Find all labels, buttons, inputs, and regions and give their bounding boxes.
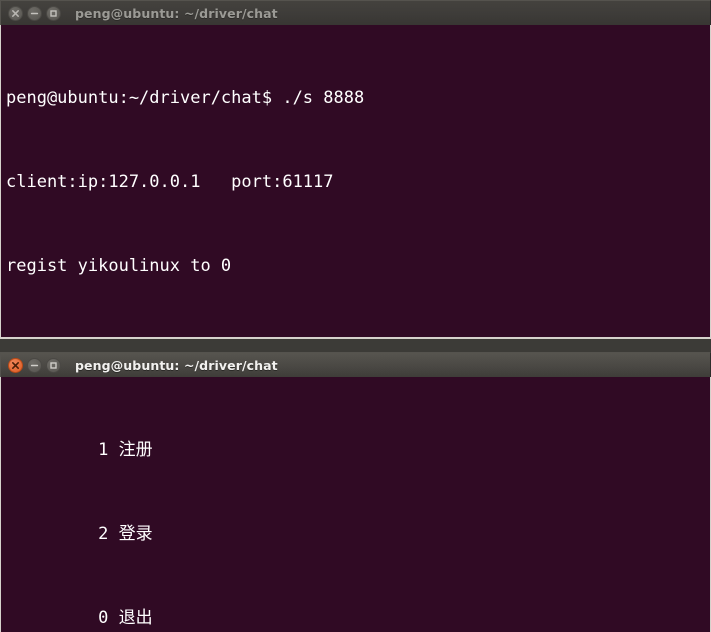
desktop: peng@ubuntu: ~/driver/chat peng@ubuntu:~… [0, 0, 711, 632]
maximize-icon[interactable] [46, 5, 61, 21]
window-controls-client [1, 357, 61, 373]
menu-option-exit: 0 退出 [6, 608, 153, 628]
terminal-line: regist yikoulinux to 0 [6, 256, 232, 276]
menu-option-login: 2 登录 [6, 524, 153, 544]
terminal-screen-client[interactable]: 1 注册 2 登录 0 退出 1 input your name yikoupe… [0, 377, 711, 632]
close-icon[interactable] [8, 5, 23, 21]
terminal-output-server: peng@ubuntu:~/driver/chat$ ./s 8888 clie… [1, 25, 710, 337]
menu-option-register: 1 注册 [6, 440, 153, 460]
window-title-server: peng@ubuntu: ~/driver/chat [75, 5, 278, 21]
titlebar-client[interactable]: peng@ubuntu: ~/driver/chat [0, 352, 711, 377]
terminal-line: client:ip:127.0.0.1 port:61117 [6, 172, 334, 192]
minimize-icon[interactable] [27, 357, 42, 373]
window-title-client: peng@ubuntu: ~/driver/chat [75, 357, 278, 373]
terminal-line: peng@ubuntu:~/driver/chat$ ./s 8888 [6, 88, 365, 108]
terminal-window-server[interactable]: peng@ubuntu: ~/driver/chat peng@ubuntu:~… [0, 0, 711, 339]
titlebar-server[interactable]: peng@ubuntu: ~/driver/chat [0, 0, 711, 25]
terminal-screen-server[interactable]: peng@ubuntu:~/driver/chat$ ./s 8888 clie… [0, 25, 711, 339]
minimize-icon[interactable] [27, 5, 42, 21]
terminal-window-client[interactable]: peng@ubuntu: ~/driver/chat 1 注册 2 登录 0 退… [0, 352, 711, 632]
maximize-icon[interactable] [46, 357, 61, 373]
close-icon[interactable] [8, 357, 23, 373]
window-controls-server [1, 5, 61, 21]
terminal-line: user yikoulinux regist success! [6, 336, 710, 337]
terminal-output-client: 1 注册 2 登录 0 退出 1 input your name yikoupe… [1, 377, 710, 632]
